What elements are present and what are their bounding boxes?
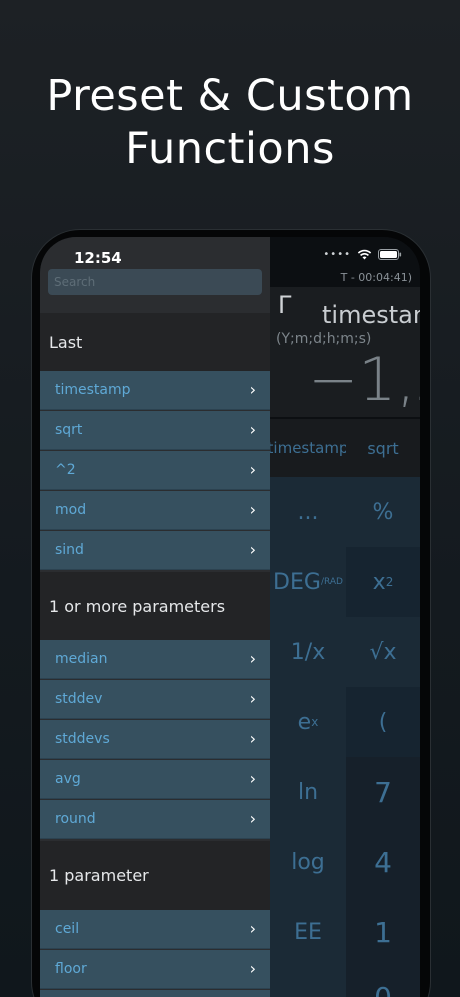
key-root-x: x bbox=[383, 639, 397, 665]
menu-item-label: timestamp bbox=[55, 382, 131, 398]
key-ee[interactable]: EE bbox=[270, 897, 346, 967]
key-deg-rad[interactable]: DEG/RAD bbox=[270, 547, 346, 617]
key-open-paren[interactable]: ( bbox=[346, 687, 420, 757]
key-1[interactable]: 1 bbox=[346, 897, 420, 967]
section-header-one-param: 1 parameter bbox=[40, 841, 270, 910]
section-header-last: Last bbox=[40, 313, 270, 371]
menu-item-label: stddevs bbox=[55, 731, 110, 747]
menu-item-label: ^2 bbox=[55, 462, 76, 478]
key-exp[interactable]: ex bbox=[270, 687, 346, 757]
phone-screen: •••• T - 00:04:41) Γ timestamp (Y;m;d bbox=[40, 237, 420, 997]
chevron-right-icon: › bbox=[249, 380, 256, 399]
menu-item-label: round bbox=[55, 811, 96, 827]
calculator-display: Γ timestamp (Y;m;d;h;m;s) −1,2 bbox=[270, 287, 420, 417]
menu-item-partial[interactable] bbox=[40, 990, 270, 997]
menu-item-sqrt[interactable]: sqrt › bbox=[40, 411, 270, 450]
status-time: 12:54 bbox=[74, 249, 122, 267]
headline-line-1: Preset & Custom bbox=[46, 71, 414, 121]
key-ln[interactable]: ln bbox=[270, 757, 346, 827]
chevron-right-icon: › bbox=[249, 689, 256, 708]
menu-item-stddevs[interactable]: stddevs › bbox=[40, 720, 270, 759]
wifi-icon bbox=[357, 249, 372, 260]
chevron-right-icon: › bbox=[249, 809, 256, 828]
chevron-right-icon: › bbox=[249, 420, 256, 439]
display-value: −1,2 bbox=[308, 345, 420, 415]
menu-item-label: ceil bbox=[55, 921, 80, 937]
menu-item-median[interactable]: median › bbox=[40, 640, 270, 679]
menu-item-label: median bbox=[55, 651, 108, 667]
menu-item-mod[interactable]: mod › bbox=[40, 491, 270, 530]
key-exp-base: e bbox=[297, 709, 312, 735]
chevron-right-icon: › bbox=[249, 649, 256, 668]
key-7[interactable]: 7 bbox=[346, 757, 420, 827]
function-menu: 12:54 Last timestamp › sqrt › ^2 › mod › sin… bbox=[40, 237, 270, 997]
chevron-right-icon: › bbox=[249, 540, 256, 559]
signal-dots: •••• bbox=[323, 249, 351, 260]
key-square-base: x bbox=[372, 569, 386, 595]
menu-item-label: stddev bbox=[55, 691, 103, 707]
headline: Preset & Custom Functions bbox=[0, 70, 460, 176]
menu-item-label: sqrt bbox=[55, 422, 83, 438]
key-inverse[interactable]: 1/x bbox=[270, 617, 346, 687]
chevron-right-icon: › bbox=[249, 769, 256, 788]
root-icon: √ bbox=[369, 639, 384, 665]
key-root[interactable]: √ x bbox=[346, 617, 420, 687]
menu-item-label: sind bbox=[55, 542, 84, 558]
key-square[interactable]: x2 bbox=[346, 547, 420, 617]
menu-item-label: floor bbox=[55, 961, 87, 977]
gamma-symbol: Γ bbox=[278, 291, 292, 319]
menu-item-round[interactable]: round › bbox=[40, 800, 270, 839]
key-log[interactable]: log bbox=[270, 827, 346, 897]
chevron-right-icon: › bbox=[249, 729, 256, 748]
chevron-right-icon: › bbox=[249, 500, 256, 519]
key-rad-label: /RAD bbox=[320, 577, 343, 587]
chevron-right-icon: › bbox=[249, 460, 256, 479]
key-deg-label: DEG bbox=[273, 569, 321, 595]
key-timestamp[interactable]: timestamp bbox=[268, 419, 348, 477]
status-bar-right: •••• bbox=[323, 249, 402, 260]
display-function-name: timestamp bbox=[322, 301, 420, 329]
timer-readout: T - 00:04:41) bbox=[340, 271, 412, 284]
key-4[interactable]: 4 bbox=[346, 827, 420, 897]
headline-line-2: Functions bbox=[125, 124, 335, 174]
menu-item-timestamp[interactable]: timestamp › bbox=[40, 371, 270, 410]
battery-icon bbox=[378, 249, 402, 260]
menu-item-floor[interactable]: floor › bbox=[40, 950, 270, 989]
menu-item-sind[interactable]: sind › bbox=[40, 531, 270, 570]
chevron-right-icon: › bbox=[249, 919, 256, 938]
key-sqrt[interactable]: sqrt bbox=[346, 419, 420, 477]
key-exp-sup: x bbox=[311, 715, 319, 729]
menu-item-square[interactable]: ^2 › bbox=[40, 451, 270, 490]
menu-item-label: avg bbox=[55, 771, 81, 787]
search-input[interactable] bbox=[48, 269, 262, 295]
menu-item-label: mod bbox=[55, 502, 87, 518]
key-more[interactable]: ... bbox=[270, 477, 346, 547]
key-blank[interactable] bbox=[270, 967, 346, 997]
menu-item-avg[interactable]: avg › bbox=[40, 760, 270, 799]
key-square-exp: 2 bbox=[385, 575, 394, 589]
section-header-multi-params: 1 or more parameters bbox=[40, 572, 270, 640]
key-percent[interactable]: % bbox=[346, 477, 420, 547]
key-0[interactable]: 0 bbox=[346, 967, 420, 997]
menu-item-stddev[interactable]: stddev › bbox=[40, 680, 270, 719]
menu-item-ceil[interactable]: ceil › bbox=[40, 910, 270, 949]
chevron-right-icon: › bbox=[249, 959, 256, 978]
